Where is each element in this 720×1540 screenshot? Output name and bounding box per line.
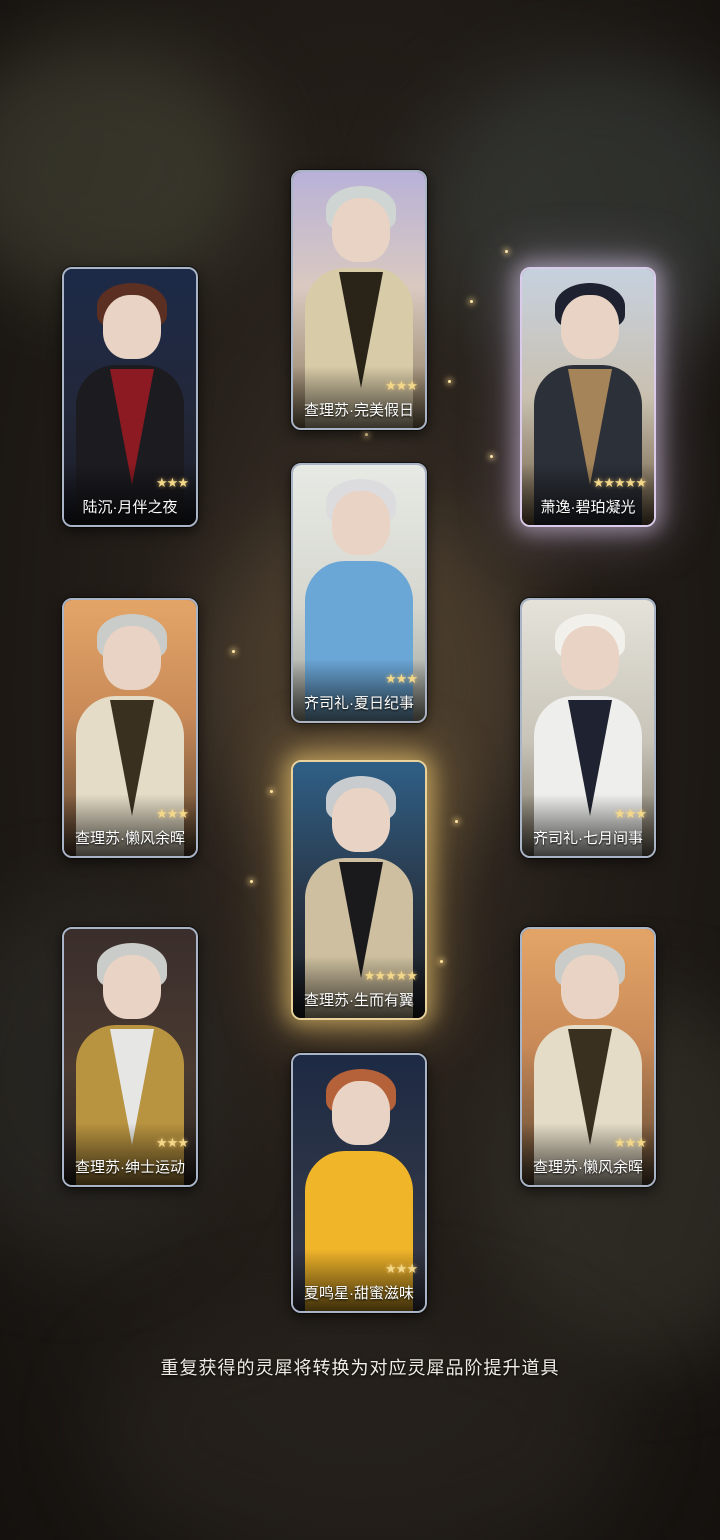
card-name: 齐司礼·夏日纪事 [304,695,414,712]
sparkle [250,880,253,883]
card-lu-chen-moon-night[interactable]: ★★★ 陆沉·月伴之夜 [62,267,198,527]
sparkle [232,650,235,653]
duplicate-conversion-note: 重复获得的灵犀将转换为对应灵犀品阶提升道具 [160,1358,560,1378]
card-name: 查理苏·绅士运动 [75,1159,185,1176]
card-name: 查理苏·完美假日 [304,402,414,419]
rarity-stars: ★★★★★ [592,475,647,490]
card-name: 查理苏·懒风余晖 [533,1159,643,1176]
sparkle [470,300,473,303]
rarity-stars: ★★★ [156,475,189,490]
card-name: 夏鸣星·甜蜜滋味 [304,1285,414,1302]
sparkle [270,790,273,793]
rarity-stars: ★★★★★ [363,968,418,983]
card-charlie-perfect-holiday[interactable]: ★★★ 查理苏·完美假日 [291,170,427,430]
card-charlie-lazy-breeze-sunset-2[interactable]: ★★★ 查理苏·懒风余晖 [520,927,656,1187]
rarity-stars: ★★★ [385,671,418,686]
rarity-stars: ★★★ [156,1135,189,1150]
sparkle [448,380,451,383]
card-name: 查理苏·懒风余晖 [75,830,185,847]
card-charlie-born-with-wings[interactable]: ★★★★★ 查理苏·生而有翼 [291,760,427,1020]
card-xiao-yi-amber-light[interactable]: ★★★★★ 萧逸·碧珀凝光 [520,267,656,527]
card-charlie-lazy-breeze-sunset[interactable]: ★★★ 查理苏·懒风余晖 [62,598,198,858]
rarity-stars: ★★★ [385,1261,418,1276]
rarity-stars: ★★★ [614,1135,647,1150]
card-charlie-gentleman-sports[interactable]: ★★★ 查理苏·绅士运动 [62,927,198,1187]
rarity-stars: ★★★ [614,806,647,821]
sparkle [455,820,458,823]
card-name: 齐司礼·七月间事 [533,830,643,847]
sparkle [490,455,493,458]
rarity-stars: ★★★ [156,806,189,821]
sparkle [365,433,368,436]
card-xia-mingxing-sweet-taste[interactable]: ★★★ 夏鸣星·甜蜜滋味 [291,1053,427,1313]
card-qi-sili-july-affairs[interactable]: ★★★ 齐司礼·七月间事 [520,598,656,858]
rarity-stars: ★★★ [385,378,418,393]
card-name: 陆沉·月伴之夜 [82,499,178,516]
card-name: 萧逸·碧珀凝光 [540,499,636,516]
sparkle [440,960,443,963]
sparkle [505,250,508,253]
card-qi-sili-summer-chronicle[interactable]: ★★★ 齐司礼·夏日纪事 [291,463,427,723]
card-name: 查理苏·生而有翼 [304,992,414,1009]
